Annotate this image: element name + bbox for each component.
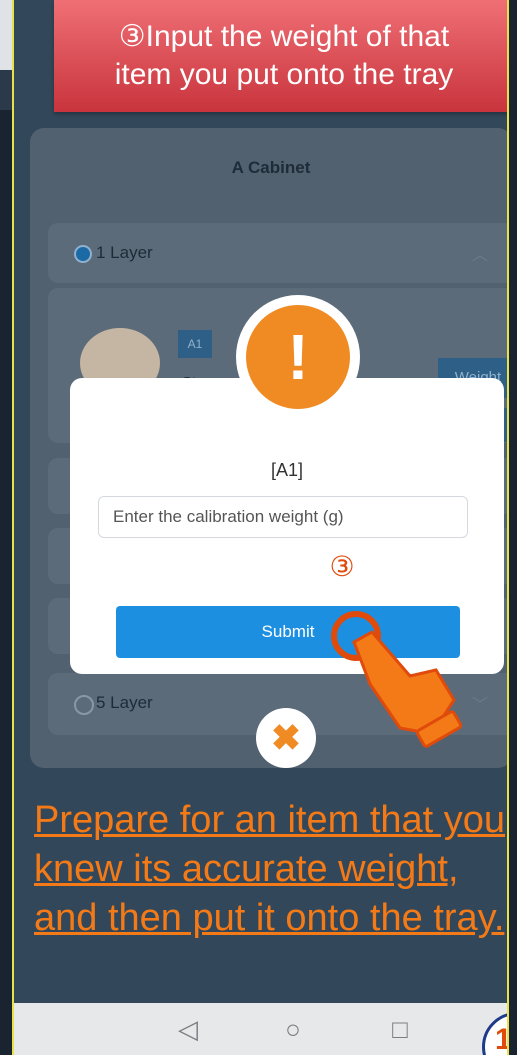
- step-marker: ③: [329, 551, 355, 582]
- home-icon[interactable]: ○: [273, 1011, 313, 1047]
- radio-empty-icon[interactable]: [74, 695, 94, 715]
- radio-selected-icon[interactable]: [74, 245, 92, 263]
- phone-screen: ③Input the weight of that item you put o…: [12, 0, 509, 1055]
- dialog-item-code: [A1]: [270, 460, 304, 480]
- banner-line-1: ③Input the weight of that: [118, 20, 450, 53]
- left-panel-bar: [0, 70, 12, 110]
- left-panel-header: [0, 0, 12, 70]
- cabinet-title: A Cabinet: [231, 158, 311, 177]
- chevron-down-icon[interactable]: ﹀: [472, 691, 488, 715]
- close-dialog-button[interactable]: ✖: [256, 708, 316, 768]
- android-nav-bar: ◁ ○ □: [14, 1003, 507, 1055]
- calibration-weight-input[interactable]: [98, 496, 468, 538]
- layer-label-5: 5 Layer: [96, 693, 153, 712]
- layer-row-1[interactable]: 1 Layer ︿: [48, 223, 507, 283]
- item-tag: A1: [178, 330, 212, 358]
- recent-apps-icon[interactable]: □: [380, 1011, 420, 1047]
- back-icon[interactable]: ◁: [168, 1011, 208, 1047]
- pointing-hand-icon: [331, 611, 463, 748]
- chevron-up-icon[interactable]: ︿: [472, 241, 488, 265]
- banner-line-2: item you put onto the tray: [114, 58, 454, 91]
- layer-label-1: 1 Layer: [96, 243, 153, 262]
- left-panel-edge: [0, 0, 12, 1055]
- step-banner: ③Input the weight of that item you put o…: [54, 0, 507, 112]
- right-panel-edge: [509, 0, 517, 1055]
- warning-icon: !: [246, 305, 350, 409]
- instruction-text: Prepare for an item that you knew its ac…: [34, 799, 506, 939]
